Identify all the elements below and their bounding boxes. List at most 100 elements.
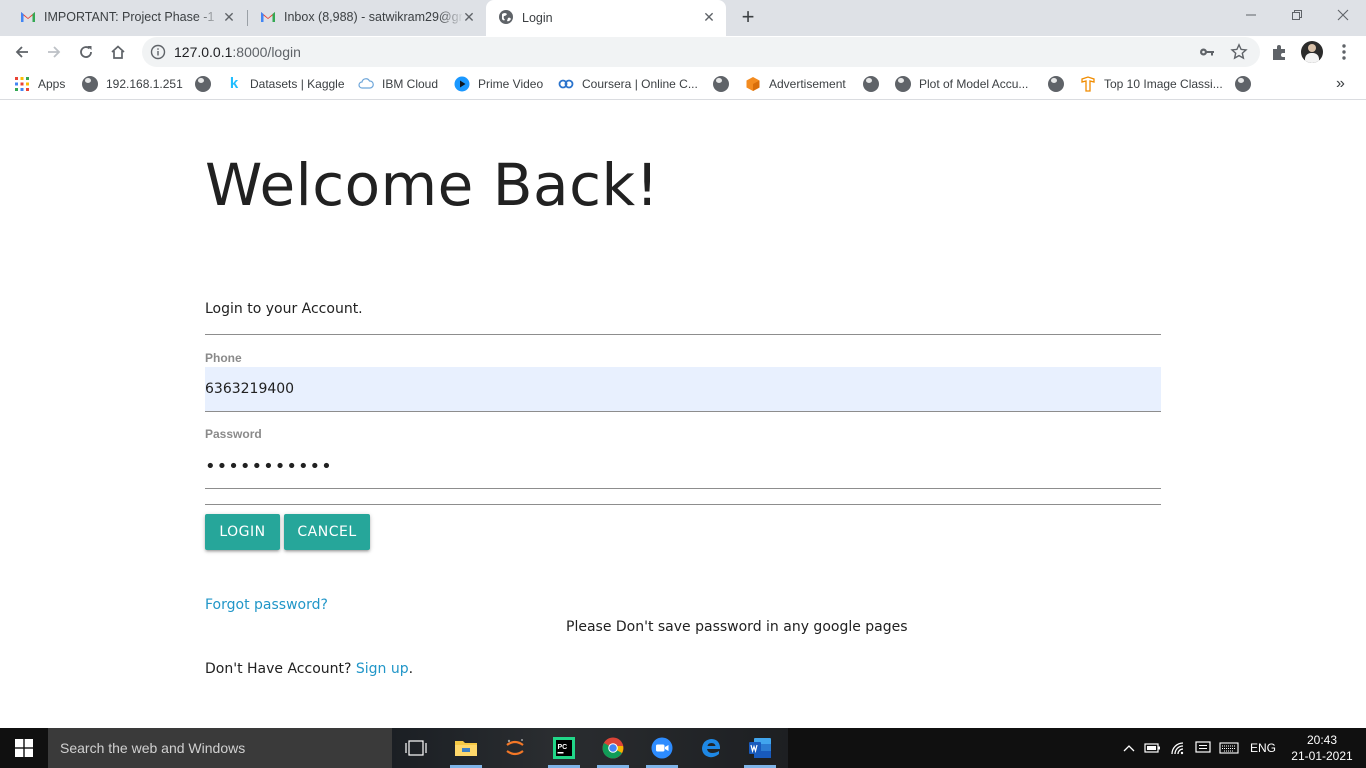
bookmark-label: Plot of Model Accu...	[919, 77, 1029, 91]
tab-login[interactable]: Login ✕	[486, 0, 726, 36]
minimize-icon	[1246, 14, 1256, 16]
tab-title: Login	[522, 11, 553, 25]
info-icon[interactable]	[150, 44, 166, 60]
taskbar-search[interactable]: Search the web and Windows	[48, 728, 392, 768]
keyboard-button[interactable]	[1218, 740, 1240, 756]
signup-row: Don't Have Account? Sign up.	[205, 661, 413, 677]
new-tab-button[interactable]: +	[736, 6, 760, 30]
taskbar: Search the web and Windows PC ENG 20:43 …	[0, 728, 1366, 768]
bookmark-label: Datasets | Kaggle	[250, 77, 345, 91]
start-button[interactable]	[0, 728, 48, 768]
cube-icon	[746, 77, 760, 91]
bookmark-prime-video[interactable]: Prime Video	[454, 74, 543, 94]
forgot-password-link[interactable]: Forgot password?	[205, 597, 328, 613]
extensions-icon[interactable]	[1270, 42, 1290, 62]
close-icon[interactable]: ✕	[462, 10, 476, 24]
system-clock[interactable]: 20:43 21-01-2021	[1290, 732, 1354, 764]
word-button[interactable]	[748, 736, 772, 760]
battery-button[interactable]	[1143, 740, 1163, 756]
avatar[interactable]	[1301, 41, 1323, 63]
restore-button[interactable]	[1274, 0, 1320, 30]
login-page: Welcome Back! Login to your Account. Pho…	[0, 101, 1366, 728]
login-subtitle: Login to your Account.	[205, 301, 363, 317]
tab-gmail-important[interactable]: IMPORTANT: Project Phase -1 Re ✕	[0, 0, 246, 34]
wifi-icon	[1171, 742, 1184, 755]
tf-icon	[1081, 76, 1095, 92]
bookmark-top-10-image[interactable]: Top 10 Image Classi...	[1080, 74, 1223, 94]
zoom-icon	[651, 737, 673, 759]
tab-title: IMPORTANT: Project Phase -1 Re	[44, 10, 216, 24]
cancel-button[interactable]: CANCEL	[284, 514, 370, 550]
bookmark-plot-of-model[interactable]: Plot of Model Accu...	[895, 74, 1028, 94]
globe-icon	[863, 76, 879, 92]
bookmark-ibm-cloud[interactable]: IBM Cloud	[358, 74, 438, 94]
bookmarks-bar: Apps 192.168.1.251 k Datasets | Kaggle I…	[0, 68, 1366, 100]
arrow-right-icon	[48, 46, 61, 58]
password-field[interactable]: •••••••••••	[205, 444, 1161, 489]
keyboard-icon	[1219, 742, 1239, 754]
gmail-icon	[261, 12, 275, 22]
reload-button[interactable]	[74, 40, 98, 64]
tab-gmail-inbox[interactable]: Inbox (8,988) - satwikram29@gm ✕	[240, 0, 486, 34]
globe-icon	[499, 10, 513, 24]
folder-icon	[455, 741, 477, 756]
bookmark-untitled-4[interactable]	[1048, 74, 1072, 94]
url-text[interactable]: 127.0.0.1:8000/login	[174, 44, 301, 60]
phone-field[interactable]	[205, 367, 1161, 412]
clock-date: 21-01-2021	[1291, 749, 1353, 763]
task-view-icon	[405, 740, 427, 756]
bookmark-label: 192.168.1.251	[106, 77, 183, 91]
address-bar[interactable]: 127.0.0.1:8000/login	[142, 37, 1260, 67]
task-view-button[interactable]	[404, 736, 428, 760]
bookmark-advertisement[interactable]: Advertisement	[745, 74, 846, 94]
bookmark-apps[interactable]: Apps	[14, 74, 65, 94]
bookmark-192-168-1-251[interactable]: 192.168.1.251	[82, 74, 183, 94]
zoom-button[interactable]	[650, 736, 674, 760]
notification-button[interactable]	[1193, 740, 1213, 756]
search-placeholder: Search the web and Windows	[60, 740, 246, 756]
file-explorer-button[interactable]	[454, 736, 478, 760]
url-path: :8000/login	[232, 44, 301, 60]
globe-icon	[895, 76, 911, 92]
bookmark-label: Prime Video	[478, 77, 544, 91]
key-icon[interactable]	[1198, 43, 1216, 61]
close-icon[interactable]: ✕	[222, 10, 236, 24]
show-hidden-icons-button[interactable]	[1120, 740, 1138, 756]
bookmark-coursera[interactable]: Coursera | Online C...	[558, 74, 698, 94]
minimize-button[interactable]	[1228, 0, 1274, 30]
forward-button[interactable]	[42, 40, 66, 64]
login-button[interactable]: LOGIN	[205, 514, 280, 550]
wifi-button[interactable]	[1169, 740, 1189, 756]
close-icon[interactable]: ✕	[702, 10, 716, 24]
bookmark-label: IBM Cloud	[382, 77, 439, 91]
word-icon	[749, 738, 771, 758]
globe-icon	[1235, 76, 1251, 92]
taskbar-apps: PC	[392, 728, 788, 768]
close-window-button[interactable]	[1320, 0, 1366, 30]
battery-icon	[1144, 743, 1160, 753]
coursera-icon	[558, 79, 574, 89]
signup-link[interactable]: Sign up	[356, 661, 409, 677]
jupyter-icon	[506, 739, 524, 756]
jupyter-button[interactable]	[503, 736, 527, 760]
language-indicator[interactable]: ENG	[1248, 740, 1278, 756]
more-vertical-icon[interactable]	[1334, 42, 1354, 62]
bookmarks-overflow-button[interactable]: »	[1336, 74, 1345, 94]
globe-icon	[1048, 76, 1064, 92]
bookmark-kaggle[interactable]: k Datasets | Kaggle	[226, 74, 345, 94]
home-icon	[111, 45, 125, 59]
chevron-up-icon	[1123, 745, 1135, 752]
back-button[interactable]	[10, 40, 34, 64]
bookmark-untitled-3[interactable]	[863, 74, 887, 94]
home-button[interactable]	[106, 40, 130, 64]
edge-button[interactable]	[699, 736, 723, 760]
globe-icon	[82, 76, 98, 92]
bookmark-untitled-2[interactable]	[713, 74, 737, 94]
chrome-button[interactable]	[601, 736, 625, 760]
star-icon[interactable]	[1230, 43, 1248, 61]
password-notice: Please Don't save password in any google…	[566, 619, 908, 635]
bookmark-untitled-5[interactable]	[1235, 74, 1259, 94]
pycharm-button[interactable]: PC	[552, 736, 576, 760]
bookmark-untitled-1[interactable]	[195, 74, 219, 94]
bookmark-label: Top 10 Image Classi...	[1104, 77, 1223, 91]
